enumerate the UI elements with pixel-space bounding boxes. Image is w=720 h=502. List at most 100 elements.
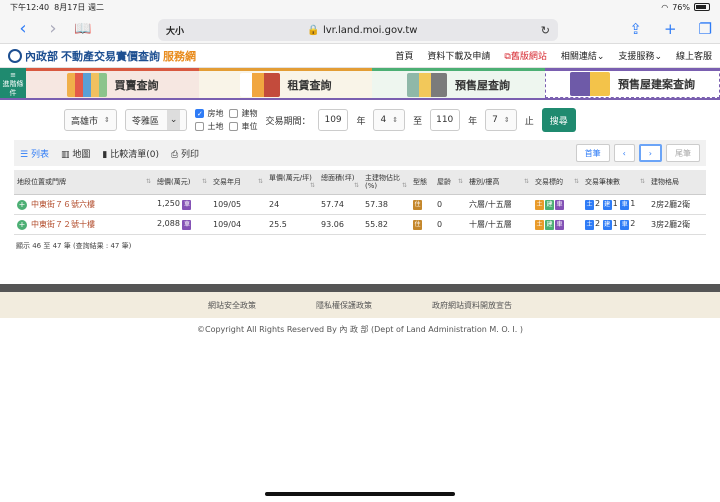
new-tab-icon[interactable]: +: [664, 20, 677, 38]
table-row[interactable]: + 中東街７６號六樓 1,250 車 109/05 24 57.74 57.38 …: [14, 194, 706, 215]
top-nav: 首頁 資料下載及申請 ⧉舊版網站 相關連結⌄ 支援服務⌄ 線上客服: [395, 49, 712, 62]
check-parking-label: 車位: [241, 122, 258, 131]
parking-count: 1: [630, 198, 636, 208]
cell-address[interactable]: + 中東街７６號六樓: [14, 194, 154, 215]
nav-old-site[interactable]: ⧉舊版網站: [504, 49, 546, 62]
expand-icon[interactable]: +: [17, 219, 27, 230]
print-button[interactable]: ⎙ 列印: [171, 147, 199, 160]
tab-presale-project[interactable]: 預售屋建案查詢: [545, 68, 720, 98]
next-page-button[interactable]: ›: [638, 144, 662, 162]
col-date[interactable]: 交易年月 ⇅: [210, 170, 266, 195]
cell-age: 0: [434, 194, 466, 215]
land-count-tag: 土: [585, 219, 594, 230]
year-unit: 年: [356, 116, 366, 127]
col-total[interactable]: 總價(萬元) ⇅: [154, 170, 210, 195]
year-unit: 年: [468, 116, 478, 127]
share-icon[interactable]: ⇪: [629, 20, 642, 38]
cell-unit-price: 25.5: [266, 214, 318, 235]
cell-layout: 2房2廳2衛: [648, 194, 706, 215]
footer-security-link[interactable]: 網站安全政策: [208, 300, 256, 311]
tabs-icon[interactable]: ❐: [699, 20, 712, 38]
col-date-label: 交易年月: [213, 177, 241, 186]
nav-download[interactable]: 資料下載及申請: [427, 49, 490, 62]
cell-date: 109/05: [210, 194, 266, 215]
col-address[interactable]: 地段位置或門牌 ⇅: [14, 170, 154, 195]
col-ratio[interactable]: 主建物佔比(%) ⇅: [362, 170, 410, 195]
table-header-row: 地段位置或門牌 ⇅ 總價(萬元) ⇅ 交易年月 ⇅ 單價(萬元/坪) ⇅ 總面積(坪) ⇅…: [14, 170, 706, 195]
check-house-land[interactable]: ✓ 房地: [195, 108, 223, 119]
check-land[interactable]: 土地: [195, 121, 223, 132]
home-indicator[interactable]: [265, 492, 455, 496]
back-icon[interactable]: ‹: [8, 18, 38, 39]
nav-links[interactable]: 相關連結⌄: [561, 49, 605, 62]
footer-open-data-link[interactable]: 政府網站資料開放宣告: [432, 300, 512, 311]
address-bar[interactable]: 大小 🔒 lvr.land.moi.gov.tw ↻: [158, 19, 558, 41]
sort-icon: ⇅: [257, 177, 263, 185]
to-year-input[interactable]: 110: [430, 109, 461, 131]
nav-support-label: 支援服務: [618, 52, 655, 62]
expand-icon[interactable]: +: [17, 199, 27, 210]
col-target[interactable]: 交易標的 ⇅: [532, 170, 582, 195]
col-type[interactable]: 型態: [410, 170, 434, 195]
pager: 首筆 ‹ › 尾筆: [575, 144, 700, 162]
from-year-input[interactable]: 109: [318, 109, 349, 131]
check-parking[interactable]: 車位: [229, 121, 257, 132]
search-button[interactable]: 搜尋: [541, 108, 576, 132]
bookmarks-icon[interactable]: 📖: [68, 21, 98, 37]
cell-ratio: 57.38: [362, 194, 410, 215]
site-logo[interactable]: 內政部 不動產交易實價查詢 服務網: [8, 48, 196, 64]
map-icon: ▥: [60, 149, 70, 160]
results-table: 地段位置或門牌 ⇅ 總價(萬元) ⇅ 交易年月 ⇅ 單價(萬元/坪) ⇅ 總面積(坪) ⇅…: [14, 170, 706, 235]
list-view-button[interactable]: ☰ 列表: [20, 147, 49, 160]
table-row[interactable]: + 中東街７２號十樓 2,088 車 109/04 25.5 93.06 55.8…: [14, 214, 706, 235]
col-age[interactable]: 屋齡 ⇅: [434, 170, 466, 195]
nav-service[interactable]: 線上客服: [676, 49, 712, 62]
forward-icon[interactable]: ›: [38, 18, 68, 39]
city-value: 高雄市: [71, 116, 99, 127]
cell-total: 2,088 車: [154, 214, 210, 235]
reload-icon[interactable]: ↻: [541, 24, 550, 37]
nav-home[interactable]: 首頁: [395, 49, 413, 62]
tab-sale[interactable]: 買賣查詢: [26, 68, 199, 98]
building-count-tag: 建: [602, 199, 612, 210]
tab-rent[interactable]: 租賃查詢: [199, 68, 372, 98]
to-label: 至: [413, 116, 423, 127]
col-layout[interactable]: 建物格局: [648, 170, 706, 195]
col-floor[interactable]: 樓別/樓高 ⇅: [466, 170, 532, 195]
col-counts[interactable]: 交易筆棟數 ⇅: [582, 170, 648, 195]
tab-presale[interactable]: 預售屋查詢: [372, 68, 545, 98]
footer-privacy-link[interactable]: 隱私權保護政策: [316, 300, 372, 311]
check-building[interactable]: 建物: [229, 108, 257, 119]
tab-sale-label: 買賣查詢: [114, 78, 159, 92]
lock-icon: 🔒: [307, 24, 320, 36]
compare-list-button[interactable]: ▮ 比較清單(0): [102, 147, 159, 160]
status-bar: 下午12:40 8月17日 週二 ◠ 76%: [0, 0, 720, 14]
cell-target: 土建車: [532, 194, 582, 215]
first-page-button[interactable]: 首筆: [575, 144, 610, 162]
cell-address[interactable]: + 中東街７２號十樓: [14, 214, 154, 235]
col-area[interactable]: 總面積(坪) ⇅: [318, 170, 362, 195]
land-tag: 土: [535, 219, 544, 230]
cell-total: 1,250 車: [154, 194, 210, 215]
result-count: 顯示 46 至 47 筆 (查詢結果 : 47 筆): [16, 241, 132, 250]
period-label: 交易期間：: [265, 116, 311, 127]
last-page-button[interactable]: 尾筆: [666, 144, 700, 162]
cell-type: 住: [410, 214, 434, 235]
advanced-condition-button[interactable]: ≡ 進階條件: [0, 68, 26, 98]
col-unit-price[interactable]: 單價(萬元/坪) ⇅: [266, 170, 318, 195]
from-month-select[interactable]: 4 ⇕: [373, 109, 406, 131]
cell-counts: 土2 建1 車1: [582, 194, 648, 215]
district-value: 苓雅區: [131, 116, 159, 127]
parking-tag: 車: [555, 199, 564, 210]
text-size-button[interactable]: 大小: [166, 24, 184, 37]
to-month-select[interactable]: 7 ⇕: [485, 109, 517, 131]
map-view-button[interactable]: ▥ 地圖: [61, 147, 90, 160]
district-select[interactable]: 苓雅區 ⌄: [124, 109, 188, 131]
prev-page-button[interactable]: ‹: [613, 144, 635, 162]
nav-support[interactable]: 支援服務⌄: [618, 49, 662, 62]
residential-tag: 住: [413, 219, 422, 230]
city-select[interactable]: 高雄市 ⇕: [64, 109, 117, 131]
tab-presale-project-label: 預售屋建案查詢: [618, 78, 695, 91]
land-count-tag: 土: [585, 199, 594, 210]
tab-rent-label: 租賃查詢: [287, 78, 332, 92]
